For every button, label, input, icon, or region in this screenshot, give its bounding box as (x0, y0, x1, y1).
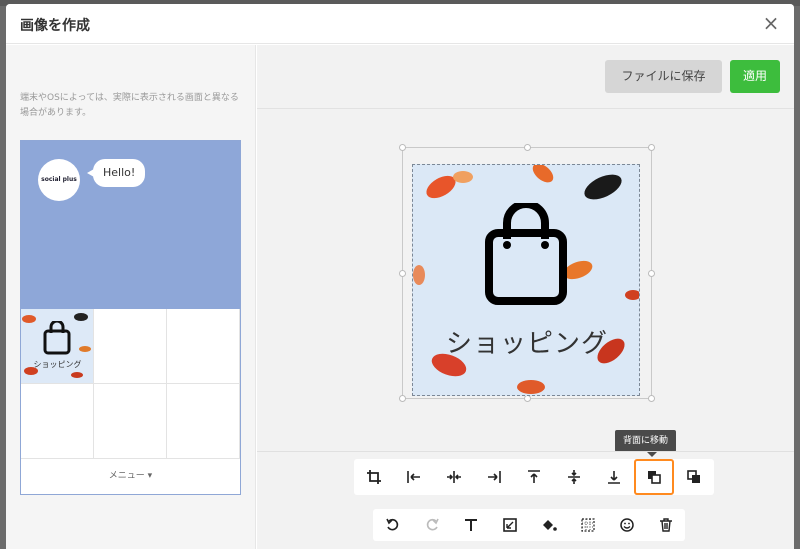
chat-bubble: Hello! (86, 159, 146, 187)
align-left-icon[interactable] (394, 459, 434, 495)
align-right-icon[interactable] (474, 459, 514, 495)
resize-handle-bm[interactable] (524, 395, 531, 402)
align-center-h-icon[interactable] (434, 459, 474, 495)
preview-notice: 端末やOSによっては、実際に表示される画面と異なる場合があります。 (20, 93, 239, 118)
editor-panel: ファイルに保存 適用 ショッピング 背面に移動 (257, 45, 794, 549)
rich-menu-cell-4[interactable] (21, 384, 94, 459)
undo-icon[interactable] (373, 509, 412, 541)
grid-icon[interactable] (568, 509, 607, 541)
send-to-back-icon[interactable] (634, 459, 674, 495)
modal-title: 画像を作成 (20, 18, 90, 34)
editor-top-bar: ファイルに保存 適用 (257, 45, 794, 109)
rich-menu-cell-6[interactable] (167, 384, 240, 459)
crop-icon[interactable] (354, 459, 394, 495)
phone-preview: social plus Hello! ショッピング メニュー ▾ (20, 140, 241, 495)
rich-menu-cell-3[interactable] (167, 309, 240, 384)
create-image-modal: 画像を作成 × 端末やOSによっては、実際に表示される画面と異なる場合があります… (6, 4, 794, 549)
emoji-icon[interactable] (607, 509, 646, 541)
preview-panel: 端末やOSによっては、実際に表示される画面と異なる場合があります。 social… (6, 45, 256, 549)
arrange-toolbar (354, 459, 714, 495)
chat-area: social plus Hello! (21, 141, 240, 309)
menu-toggle[interactable]: メニュー ▾ (21, 459, 240, 494)
align-top-icon[interactable] (514, 459, 554, 495)
resize-handle-tl[interactable] (399, 144, 406, 151)
apply-button[interactable]: 適用 (730, 60, 780, 93)
cell-label: ショッピング (33, 360, 82, 369)
resize-handle-ml[interactable] (399, 270, 406, 277)
save-to-file-button[interactable]: ファイルに保存 (605, 60, 722, 93)
close-button[interactable]: × (760, 12, 782, 34)
redo-icon[interactable] (412, 509, 451, 541)
rich-menu-grid: ショッピング (21, 309, 240, 459)
rich-menu-cell-5[interactable] (94, 384, 167, 459)
shopping-bag-icon (485, 203, 567, 305)
resize-handle-tm[interactable] (524, 144, 531, 151)
canvas-text[interactable]: ショッピング (413, 323, 639, 360)
edit-toolbar (373, 509, 685, 541)
align-bottom-icon[interactable] (594, 459, 634, 495)
resize-handle-mr[interactable] (648, 270, 655, 277)
modal-header: 画像を作成 × (6, 4, 794, 44)
resize-handle-tr[interactable] (648, 144, 655, 151)
shopping-bag-icon (43, 321, 71, 355)
canvas-image[interactable]: ショッピング (412, 164, 640, 396)
image-icon[interactable] (490, 509, 529, 541)
rich-menu-cell-2[interactable] (94, 309, 167, 384)
tooltip-send-to-back: 背面に移動 (615, 430, 677, 457)
text-icon[interactable] (451, 509, 490, 541)
fill-icon[interactable] (529, 509, 568, 541)
toolbar-divider (257, 451, 794, 452)
resize-handle-br[interactable] (648, 395, 655, 402)
align-center-v-icon[interactable] (554, 459, 594, 495)
avatar: social plus (38, 159, 80, 201)
resize-handle-bl[interactable] (399, 395, 406, 402)
bring-to-front-icon[interactable] (674, 459, 714, 495)
trash-icon[interactable] (646, 509, 685, 541)
rich-menu-cell-1[interactable]: ショッピング (21, 309, 94, 384)
